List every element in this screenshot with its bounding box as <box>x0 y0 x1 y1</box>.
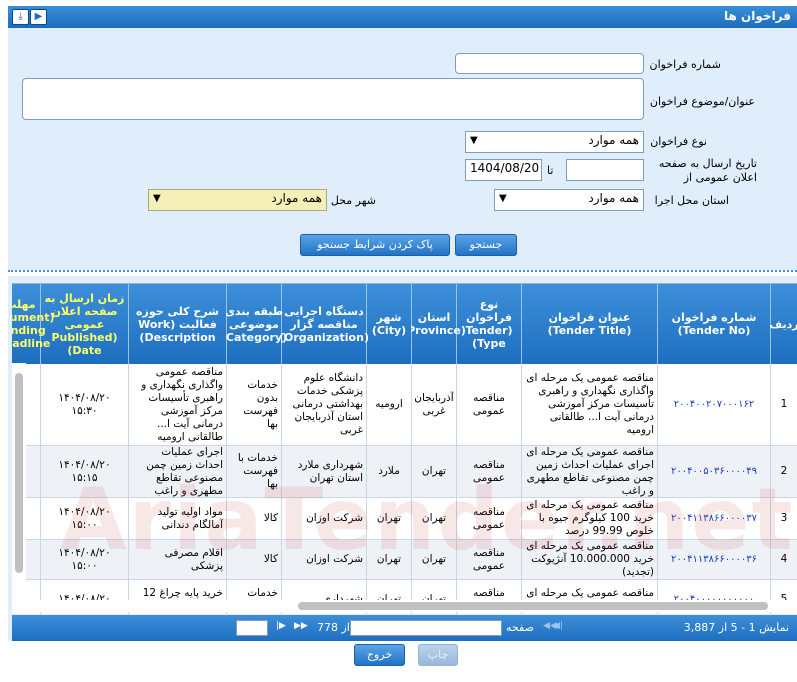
table-cell: ۱۴۰۴/۰۸/۲۰ ۱۵:۳۰ <box>40 364 128 446</box>
province-select-value: همه موارد <box>588 191 639 205</box>
table-cell: شهرداری ملارد استان تهران <box>281 446 366 498</box>
table-cell: ملارد <box>366 446 411 498</box>
table-cell: اقلام مصرفی پزشکی <box>128 540 226 580</box>
search-button[interactable]: جستجو <box>455 234 517 256</box>
page-label: صفحه <box>506 621 534 634</box>
exit-button[interactable]: خروج <box>354 644 405 666</box>
table-cell: شرکت اوزان <box>281 498 366 540</box>
divider <box>8 270 797 272</box>
page-size-select[interactable]: 5 ▼ <box>236 620 268 636</box>
table-cell: تهران <box>366 540 411 580</box>
tender-no-label: شماره فراخوان <box>649 58 722 71</box>
tender-link[interactable]: ۲۰۰۴۱۱۳۸۶۶۰۰۰۰۳۷ <box>657 498 770 540</box>
table-cell: مناقصه عمومی یک مرحله ای خرید 10.000.000… <box>521 540 657 580</box>
vertical-scrollbar[interactable] <box>12 363 26 603</box>
last-page-icon[interactable]: ▶| <box>276 621 286 631</box>
table-cell: تهران <box>366 498 411 540</box>
page-input[interactable]: 1 <box>350 620 502 636</box>
table-cell: خدمات بدون فهرست بها <box>226 364 281 446</box>
col-header-row[interactable]: ردیف <box>769 284 797 364</box>
table-cell: تهران <box>411 498 456 540</box>
table-cell: مناقصه عمومی یک مرحله ای اجرای عملیات اح… <box>521 446 657 498</box>
pager: نمایش 1 - 5 از 3,887 |◀ ◀◀ صفحه 1 از 778… <box>12 615 797 641</box>
table-cell: ۱۴۰۴/۰۸/۲۰ ۱۵:۱۵ <box>40 446 128 498</box>
date-from-input[interactable] <box>566 159 644 181</box>
date-to-label: تا <box>547 164 554 177</box>
chevron-down-icon: ▼ <box>241 623 249 634</box>
table-cell: تهران <box>411 446 456 498</box>
tender-no-input[interactable] <box>455 53 644 74</box>
table-cell: مناقصه عمومی یک مرحله ای واگذاری نگهداری… <box>521 364 657 446</box>
province-select[interactable]: همه موارد ▼ <box>494 189 644 211</box>
col-header-deadline[interactable]: مهلت (Document Sending Deadline) <box>12 284 55 364</box>
next-page-icon[interactable]: ▶▶ <box>294 621 308 631</box>
clear-search-button[interactable]: پاک کردن شرایط جستجو <box>300 234 450 256</box>
table-cell: شرکت اوزان <box>281 540 366 580</box>
table-cell: دانشگاه علوم پزشکی خدمات بهداشتی درمانی … <box>281 364 366 446</box>
table-cell: مناقصه عمومی <box>456 498 521 540</box>
type-label: نوع فراخوان <box>650 135 707 148</box>
download-icon[interactable]: ⤓ <box>12 9 29 25</box>
tender-link[interactable]: ۲۰۰۴۰۰۵۰۳۶۰۰۰۰۴۹ <box>657 446 770 498</box>
col-header-province[interactable]: استان (Province) <box>402 284 466 364</box>
prev-page-icon[interactable]: ◀◀ <box>543 621 557 631</box>
scroll-thumb[interactable] <box>298 602 768 610</box>
table-cell: 2 <box>770 446 797 498</box>
page-count: از 778 <box>317 621 350 634</box>
col-header-tender-no[interactable]: شماره فراخوان (Tender No) <box>657 284 770 364</box>
table-cell: 4 <box>770 540 797 580</box>
col-header-desc[interactable]: شرح کلی حوزه فعالیت (Work Description) <box>128 284 226 364</box>
table-cell: ۱۴۰۴/۰۸/۲۰ ۱۵:۰۰ <box>40 498 128 540</box>
horizontal-scrollbar[interactable] <box>26 600 797 612</box>
chevron-down-icon: ▼ <box>470 135 478 146</box>
results-grid: ردیف شماره فراخوان (Tender No) عنوان فرا… <box>12 283 797 614</box>
table-cell: مواد اولیه تولید آمالگام دندانی <box>128 498 226 540</box>
date-to-input[interactable]: 1404/08/20 <box>465 159 542 181</box>
table-cell: مناقصه عمومی <box>456 446 521 498</box>
scroll-thumb[interactable] <box>15 373 23 573</box>
type-select[interactable]: همه موارد ▼ <box>465 131 644 153</box>
table-cell: مناقصه عمومی <box>456 540 521 580</box>
city-select-value: همه موارد <box>271 191 322 205</box>
province-label: استان محل اجرا <box>654 194 729 207</box>
type-select-value: همه موارد <box>588 133 639 147</box>
table-cell: 3 <box>770 498 797 540</box>
print-button[interactable]: چاپ <box>418 644 458 666</box>
tender-link[interactable]: ۲۰۰۴۰۰۲۰۷۰۰۰۱۶۲ <box>657 364 770 446</box>
col-header-title[interactable]: عنوان فراخوان (Tender Title) <box>521 284 657 364</box>
table-cell: 1 <box>770 364 797 446</box>
title-input[interactable] <box>22 78 644 120</box>
pager-summary: نمایش 1 - 5 از 3,887 <box>683 621 789 634</box>
table-cell: کالا <box>226 540 281 580</box>
table-cell: مناقصه عمومی یک مرحله ای خرید 100 کیلوگر… <box>521 498 657 540</box>
date-label: تاریخ ارسال به صفحه اعلان عمومی از <box>658 157 757 184</box>
page-size-value: 5 <box>257 621 264 632</box>
table-cell: کالا <box>226 498 281 540</box>
table-cell: اجرای عملیات احداث زمین چمن مصنوعی تقاطع… <box>128 446 226 498</box>
table-cell: ارومیه <box>366 364 411 446</box>
window-titlebar: فراخوان ها ⤓ ▶ <box>8 6 797 28</box>
col-header-org[interactable]: دستگاه اجرایی مناقصه گزار (Organization) <box>279 284 369 364</box>
window-title: فراخوان ها <box>724 9 791 23</box>
table-cell: مناقصه عمومی <box>456 364 521 446</box>
table-cell: تهران <box>411 540 456 580</box>
export-icon[interactable]: ▶ <box>30 9 47 25</box>
title-label: عنوان/موضوع فراخوان <box>649 95 755 108</box>
chevron-down-icon: ▼ <box>153 193 161 204</box>
table-cell: ۱۴۰۴/۰۸/۲۰ ۱۵:۰۰ <box>40 540 128 580</box>
col-header-city[interactable]: شهر (City) <box>366 284 411 364</box>
tender-link[interactable]: ۲۰۰۴۱۱۳۸۶۶۰۰۰۰۳۶ <box>657 540 770 580</box>
table-cell: خدمات با فهرست بها <box>226 446 281 498</box>
table-cell: مناقصه عمومی واگذاری نگهداری و راهبری تأ… <box>128 364 226 446</box>
table-cell: آذربایجان غربی <box>411 364 456 446</box>
chevron-down-icon: ▼ <box>499 193 507 204</box>
col-header-category[interactable]: طبقه بندی موضوعی (Category) <box>221 284 287 364</box>
city-select[interactable]: همه موارد ▼ <box>148 189 327 211</box>
